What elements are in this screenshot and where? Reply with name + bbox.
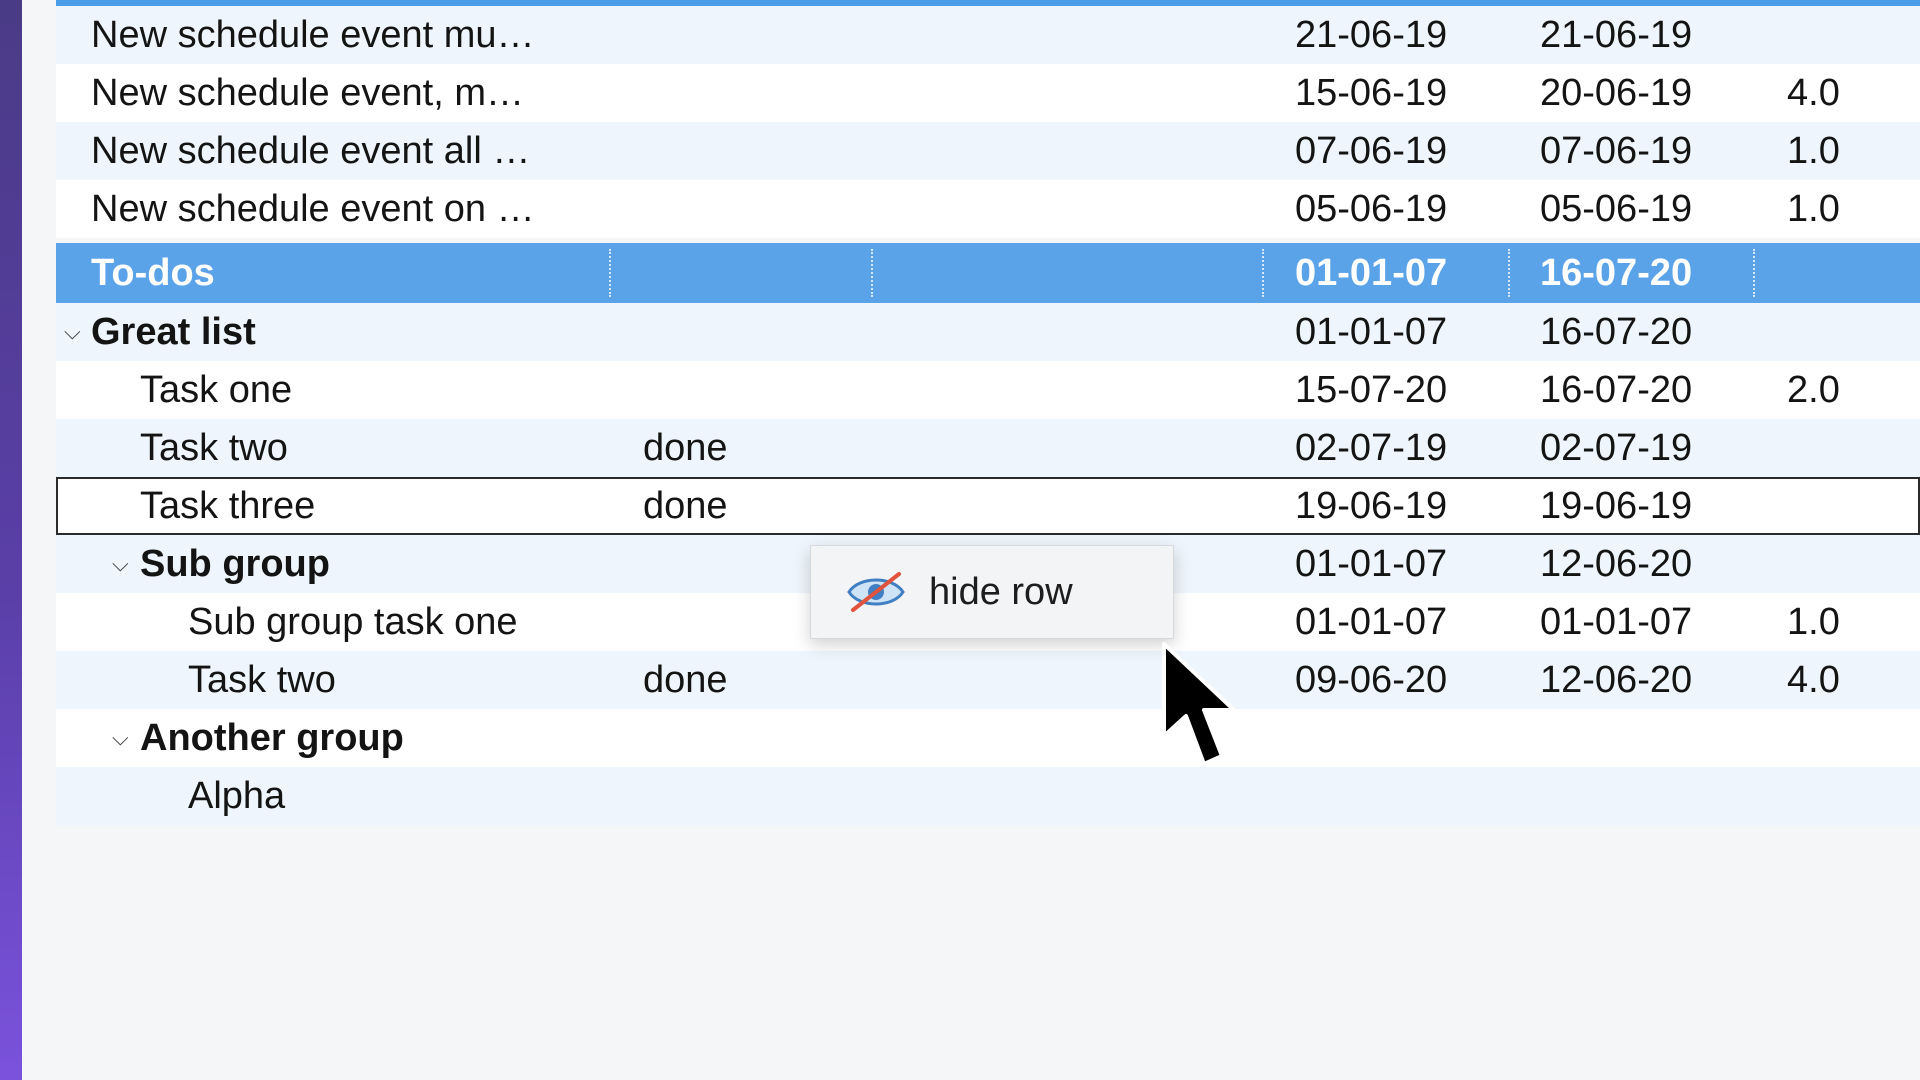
table-row[interactable]: New schedule event mu… 21-06-19 21-06-19 [56, 6, 1920, 64]
table-row[interactable]: Task two done 09-06-20 12-06-20 4.0 [56, 651, 1920, 709]
end-date: 12-06-20 [1540, 658, 1693, 701]
duration: 4.0 [1787, 71, 1840, 114]
hidden-eye-icon [845, 570, 907, 614]
duration: 1.0 [1787, 129, 1840, 172]
table-row[interactable]: Task two done 02-07-19 02-07-19 [56, 419, 1920, 477]
task-name: Task three [140, 484, 316, 527]
task-name: Task two [188, 658, 336, 701]
start-date: 01-01-07 [1295, 251, 1448, 294]
task-status: done [643, 658, 728, 701]
task-status: done [643, 484, 728, 527]
table-row-selected[interactable]: Task three done 19-06-19 19-06-19 [56, 477, 1920, 535]
end-date: 01-01-07 [1540, 600, 1693, 643]
group-row-great-list[interactable]: ⌵ Great list 01-01-07 16-07-20 [56, 303, 1920, 361]
end-date: 20-06-19 [1540, 71, 1693, 114]
column-divider [609, 249, 611, 297]
column-divider [1508, 249, 1510, 297]
start-date: 01-01-07 [1295, 542, 1448, 585]
duration: 2.0 [1787, 368, 1840, 411]
chevron-down-icon[interactable]: ⌵ [64, 303, 81, 361]
section-header-todos[interactable]: To-dos 01-01-07 16-07-20 [56, 243, 1920, 303]
start-date: 19-06-19 [1295, 484, 1448, 527]
start-date: 05-06-19 [1295, 187, 1448, 230]
task-name: Task two [140, 426, 288, 469]
end-date: 02-07-19 [1540, 426, 1693, 469]
end-date: 12-06-20 [1540, 542, 1693, 585]
task-name: Sub group task one [188, 600, 518, 643]
table-row[interactable]: New schedule event, m… 15-06-19 20-06-19… [56, 64, 1920, 122]
column-divider [1753, 249, 1755, 297]
start-date: 21-06-19 [1295, 13, 1448, 56]
start-date: 15-07-20 [1295, 368, 1448, 411]
task-name: New schedule event mu… [91, 13, 535, 56]
table-row[interactable]: New schedule event all … 07-06-19 07-06-… [56, 122, 1920, 180]
group-name: Sub group [140, 542, 330, 585]
table-row[interactable]: New schedule event on … 05-06-19 05-06-1… [56, 180, 1920, 238]
end-date: 16-07-20 [1540, 368, 1693, 411]
start-date: 01-01-07 [1295, 310, 1448, 353]
table-row[interactable]: Alpha [56, 767, 1920, 825]
end-date: 16-07-20 [1540, 251, 1693, 294]
context-menu-hide-row[interactable]: hide row [810, 545, 1174, 639]
window-edge [0, 0, 22, 1080]
task-name: New schedule event on … [91, 187, 535, 230]
start-date: 07-06-19 [1295, 129, 1448, 172]
task-name: New schedule event all … [91, 129, 531, 172]
column-divider [1262, 249, 1264, 297]
column-divider [871, 249, 873, 297]
group-name: Great list [91, 310, 256, 353]
mouse-pointer-icon [1162, 642, 1236, 766]
task-status: done [643, 426, 728, 469]
task-name: Task one [140, 368, 293, 411]
chevron-down-icon[interactable]: ⌵ [112, 709, 129, 767]
start-date: 09-06-20 [1295, 658, 1448, 701]
table-row[interactable]: Task one 15-07-20 16-07-20 2.0 [56, 361, 1920, 419]
hide-row-menu-item[interactable]: hide row [929, 571, 1073, 614]
end-date: 05-06-19 [1540, 187, 1693, 230]
section-title: To-dos [91, 251, 215, 294]
end-date: 16-07-20 [1540, 310, 1693, 353]
task-name: New schedule event, m… [91, 71, 524, 114]
duration: 1.0 [1787, 187, 1840, 230]
end-date: 21-06-19 [1540, 13, 1693, 56]
start-date: 01-01-07 [1295, 600, 1448, 643]
group-name: Another group [140, 716, 404, 759]
task-name: Alpha [188, 774, 286, 817]
end-date: 07-06-19 [1540, 129, 1693, 172]
duration: 1.0 [1787, 600, 1840, 643]
chevron-down-icon[interactable]: ⌵ [112, 535, 129, 593]
duration: 4.0 [1787, 658, 1840, 701]
start-date: 15-06-19 [1295, 71, 1448, 114]
end-date: 19-06-19 [1540, 484, 1693, 527]
start-date: 02-07-19 [1295, 426, 1448, 469]
task-table: New schedule event mu… 21-06-19 21-06-19… [56, 6, 1920, 825]
group-row-another-group[interactable]: ⌵ Another group [56, 709, 1920, 767]
